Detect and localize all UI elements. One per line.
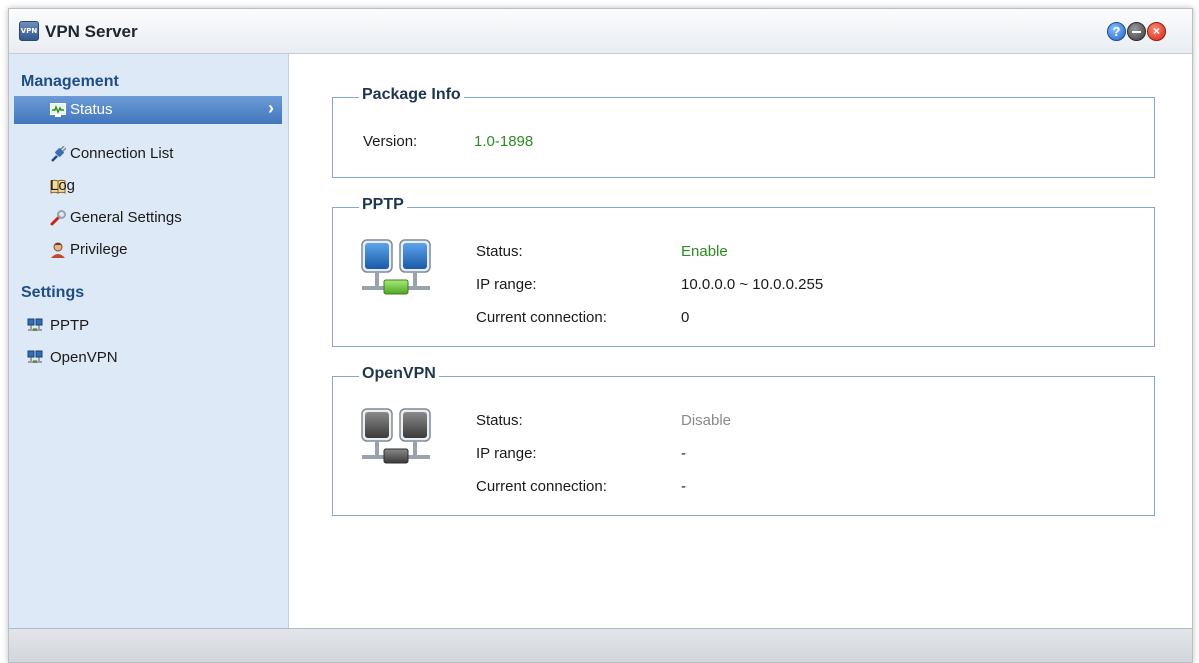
- sidebar-item-label: OpenVPN: [50, 349, 118, 366]
- close-button[interactable]: ×: [1147, 22, 1166, 41]
- openvpn-group: OpenVPN Status: Disable IP range: - Curr…: [332, 365, 1155, 516]
- sidebar-item-privilege[interactable]: Privilege: [14, 236, 282, 264]
- pptp-current-connection-label: Current connection:: [476, 309, 607, 326]
- minimize-button[interactable]: [1127, 22, 1146, 41]
- sidebar-item-status[interactable]: Status ›: [14, 96, 282, 124]
- management-heading: Management: [21, 73, 119, 90]
- help-button[interactable]: ?: [1107, 22, 1126, 41]
- wrench-icon: [50, 210, 66, 226]
- sidebar-item-general-settings[interactable]: General Settings: [14, 204, 282, 232]
- sidebar-item-openvpn[interactable]: OpenVPN: [14, 344, 282, 372]
- sidebar: Management Status › Connection List Log …: [9, 54, 289, 628]
- chevron-right-icon: ›: [268, 98, 274, 118]
- title-bar[interactable]: VPN VPN Server ? ×: [9, 9, 1192, 54]
- sidebar-item-label: General Settings: [70, 209, 182, 226]
- sidebar-item-log[interactable]: Log: [14, 172, 282, 200]
- openvpn-title: OpenVPN: [359, 365, 439, 383]
- status-bar: [9, 628, 1192, 662]
- version-label: Version:: [363, 133, 418, 150]
- pptp-status-label: Status:: [476, 243, 523, 260]
- openvpn-current-connection-label: Current connection:: [476, 478, 607, 495]
- pptp-ip-range-label: IP range:: [476, 276, 537, 293]
- openvpn-status-label: Status:: [476, 412, 523, 429]
- sidebar-item-label: PPTP: [50, 317, 90, 334]
- openvpn-status-value: Disable: [681, 412, 732, 429]
- package-info-title: Package Info: [359, 86, 464, 104]
- vpn-app-icon: VPN: [19, 21, 39, 41]
- settings-heading: Settings: [21, 284, 85, 301]
- network-icon: [27, 350, 43, 363]
- sidebar-item-label: Status: [70, 101, 113, 118]
- pptp-current-connection-value: 0: [681, 309, 690, 326]
- plug-icon: [51, 146, 66, 162]
- sidebar-item-pptp[interactable]: PPTP: [14, 312, 282, 340]
- package-info-group: Package Info Version: 1.0-1898: [332, 86, 1155, 178]
- sidebar-item-label: Privilege: [70, 241, 128, 258]
- sidebar-item-label: Connection List: [70, 145, 174, 162]
- network-server-disabled-icon: [361, 408, 431, 464]
- openvpn-ip-range-value: -: [681, 445, 686, 462]
- pptp-title: PPTP: [359, 196, 407, 214]
- network-icon: [27, 318, 43, 331]
- network-server-icon: [361, 239, 431, 295]
- version-value: 1.0-1898: [474, 133, 534, 150]
- window-title: VPN Server: [45, 22, 138, 41]
- user-icon: [51, 242, 65, 258]
- monitor-icon: [50, 103, 66, 117]
- pptp-ip-range-value: 10.0.0.0 ~ 10.0.0.255: [681, 276, 824, 293]
- vpn-server-window: VPN VPN Server ? × Management Status › C…: [8, 8, 1193, 663]
- openvpn-ip-range-label: IP range:: [476, 445, 537, 462]
- sidebar-item-connection-list[interactable]: Connection List: [14, 140, 282, 168]
- pptp-status-value: Enable: [681, 243, 728, 260]
- openvpn-current-connection-value: -: [681, 478, 686, 495]
- pptp-group: PPTP Status: Enable IP range: 10.0.0.0 ~…: [332, 196, 1155, 347]
- sidebar-item-label: Log: [50, 177, 76, 194]
